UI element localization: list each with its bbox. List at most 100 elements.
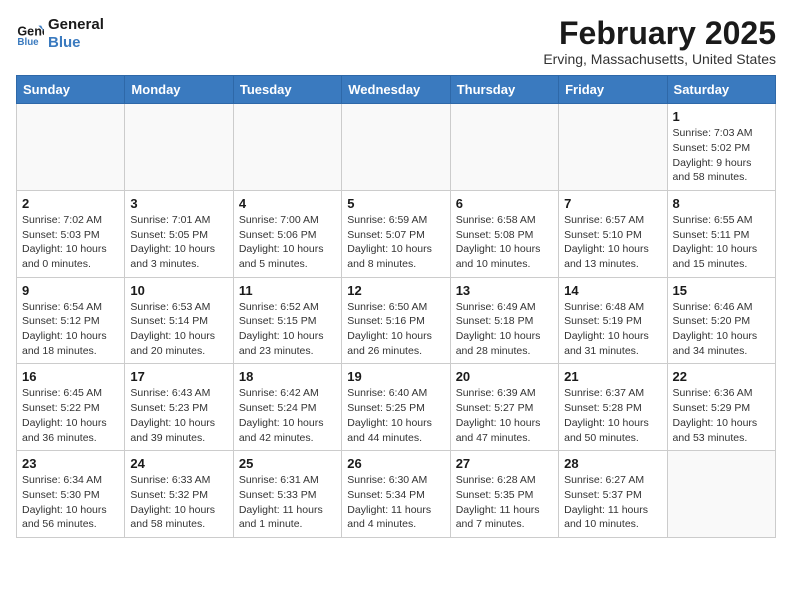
calendar-cell (667, 451, 775, 538)
calendar-cell: 13Sunrise: 6:49 AM Sunset: 5:18 PM Dayli… (450, 277, 558, 364)
calendar-cell: 26 Sunrise: 6:30 AM Sunset: 5:34 PM Dayli… (342, 451, 450, 538)
calendar-cell: 27Sunrise: 6:28 AM Sunset: 5:35 PM Dayli… (450, 451, 558, 538)
day-info: Sunrise: 7:00 AM Sunset: 5:06 PM Dayligh… (239, 213, 336, 272)
day-info: Sunrise: 6:40 AM Sunset: 5:25 PM Dayligh… (347, 386, 444, 445)
day-number: 18 (239, 369, 336, 384)
week-row-4: 16 Sunrise: 6:45 AM Sunset: 5:22 PM Dayli… (17, 364, 776, 451)
day-of-week-wednesday: Wednesday (342, 76, 450, 104)
calendar-cell: 22 Sunrise: 6:36 AM Sunset: 5:29 PM Dayli… (667, 364, 775, 451)
day-info: Sunrise: 6:52 AM Sunset: 5:15 PM Dayligh… (239, 300, 336, 359)
day-info: Sunrise: 6:57 AM Sunset: 5:10 PM Dayligh… (564, 213, 661, 272)
day-number: 21 (564, 369, 661, 384)
day-number: 11 (239, 283, 336, 298)
day-number: 23 (22, 456, 119, 471)
calendar-cell: 16 Sunrise: 6:45 AM Sunset: 5:22 PM Dayli… (17, 364, 125, 451)
logo-icon: General Blue (16, 20, 44, 48)
day-info: Sunrise: 6:45 AM Sunset: 5:22 PM Dayligh… (22, 386, 119, 445)
month-year: February 2025 (543, 16, 776, 51)
day-info: Sunrise: 7:02 AM Sunset: 5:03 PM Dayligh… (22, 213, 119, 272)
day-info: Sunrise: 6:36 AM Sunset: 5:29 PM Dayligh… (673, 386, 770, 445)
day-info: Sunrise: 6:48 AM Sunset: 5:19 PM Dayligh… (564, 300, 661, 359)
calendar-cell (450, 104, 558, 191)
calendar-cell: 15 Sunrise: 6:46 AM Sunset: 5:20 PM Dayli… (667, 277, 775, 364)
calendar-cell (342, 104, 450, 191)
day-info: Sunrise: 6:46 AM Sunset: 5:20 PM Dayligh… (673, 300, 770, 359)
calendar-cell: 1Sunrise: 7:03 AM Sunset: 5:02 PM Daylig… (667, 104, 775, 191)
calendar-cell: 11 Sunrise: 6:52 AM Sunset: 5:15 PM Dayli… (233, 277, 341, 364)
day-of-week-saturday: Saturday (667, 76, 775, 104)
calendar-header-row: SundayMondayTuesdayWednesdayThursdayFrid… (17, 76, 776, 104)
day-number: 7 (564, 196, 661, 211)
day-info: Sunrise: 6:49 AM Sunset: 5:18 PM Dayligh… (456, 300, 553, 359)
day-number: 16 (22, 369, 119, 384)
calendar-cell: 18 Sunrise: 6:42 AM Sunset: 5:24 PM Dayli… (233, 364, 341, 451)
week-row-2: 2 Sunrise: 7:02 AM Sunset: 5:03 PM Daylig… (17, 190, 776, 277)
day-number: 1 (673, 109, 770, 124)
day-of-week-tuesday: Tuesday (233, 76, 341, 104)
week-row-3: 9 Sunrise: 6:54 AM Sunset: 5:12 PM Daylig… (17, 277, 776, 364)
day-number: 19 (347, 369, 444, 384)
calendar-cell: 12Sunrise: 6:50 AM Sunset: 5:16 PM Dayli… (342, 277, 450, 364)
title-area: February 2025 Erving, Massachusetts, Uni… (543, 16, 776, 67)
day-number: 9 (22, 283, 119, 298)
calendar-cell: 17 Sunrise: 6:43 AM Sunset: 5:23 PM Dayli… (125, 364, 233, 451)
logo: General Blue General Blue (16, 16, 104, 52)
calendar-cell: 24 Sunrise: 6:33 AM Sunset: 5:32 PM Dayli… (125, 451, 233, 538)
day-info: Sunrise: 6:30 AM Sunset: 5:34 PM Dayligh… (347, 473, 444, 532)
calendar-cell: 21 Sunrise: 6:37 AM Sunset: 5:28 PM Dayli… (559, 364, 667, 451)
logo-blue: Blue (48, 34, 104, 52)
calendar-cell (125, 104, 233, 191)
location: Erving, Massachusetts, United States (543, 51, 776, 67)
day-number: 15 (673, 283, 770, 298)
day-info: Sunrise: 6:58 AM Sunset: 5:08 PM Dayligh… (456, 213, 553, 272)
calendar-cell (233, 104, 341, 191)
calendar-cell: 5 Sunrise: 6:59 AM Sunset: 5:07 PM Daylig… (342, 190, 450, 277)
day-info: Sunrise: 7:01 AM Sunset: 5:05 PM Dayligh… (130, 213, 227, 272)
calendar-cell: 10Sunrise: 6:53 AM Sunset: 5:14 PM Dayli… (125, 277, 233, 364)
calendar-cell (559, 104, 667, 191)
calendar-cell: 4 Sunrise: 7:00 AM Sunset: 5:06 PM Daylig… (233, 190, 341, 277)
day-number: 10 (130, 283, 227, 298)
calendar-cell: 8Sunrise: 6:55 AM Sunset: 5:11 PM Daylig… (667, 190, 775, 277)
day-info: Sunrise: 6:34 AM Sunset: 5:30 PM Dayligh… (22, 473, 119, 532)
day-number: 2 (22, 196, 119, 211)
day-number: 26 (347, 456, 444, 471)
calendar-cell: 19 Sunrise: 6:40 AM Sunset: 5:25 PM Dayli… (342, 364, 450, 451)
calendar: SundayMondayTuesdayWednesdayThursdayFrid… (16, 75, 776, 538)
day-number: 25 (239, 456, 336, 471)
day-info: Sunrise: 6:59 AM Sunset: 5:07 PM Dayligh… (347, 213, 444, 272)
calendar-cell (17, 104, 125, 191)
day-info: Sunrise: 6:39 AM Sunset: 5:27 PM Dayligh… (456, 386, 553, 445)
day-info: Sunrise: 6:43 AM Sunset: 5:23 PM Dayligh… (130, 386, 227, 445)
day-info: Sunrise: 6:33 AM Sunset: 5:32 PM Dayligh… (130, 473, 227, 532)
day-number: 28 (564, 456, 661, 471)
day-of-week-monday: Monday (125, 76, 233, 104)
day-of-week-thursday: Thursday (450, 76, 558, 104)
calendar-cell: 9 Sunrise: 6:54 AM Sunset: 5:12 PM Daylig… (17, 277, 125, 364)
calendar-cell: 28 Sunrise: 6:27 AM Sunset: 5:37 PM Dayli… (559, 451, 667, 538)
day-info: Sunrise: 6:42 AM Sunset: 5:24 PM Dayligh… (239, 386, 336, 445)
day-number: 22 (673, 369, 770, 384)
day-of-week-sunday: Sunday (17, 76, 125, 104)
day-number: 4 (239, 196, 336, 211)
day-number: 17 (130, 369, 227, 384)
calendar-cell: 25 Sunrise: 6:31 AM Sunset: 5:33 PM Dayli… (233, 451, 341, 538)
calendar-cell: 2 Sunrise: 7:02 AM Sunset: 5:03 PM Daylig… (17, 190, 125, 277)
day-info: Sunrise: 6:27 AM Sunset: 5:37 PM Dayligh… (564, 473, 661, 532)
calendar-cell: 6Sunrise: 6:58 AM Sunset: 5:08 PM Daylig… (450, 190, 558, 277)
day-number: 5 (347, 196, 444, 211)
week-row-5: 23 Sunrise: 6:34 AM Sunset: 5:30 PM Dayli… (17, 451, 776, 538)
day-number: 27 (456, 456, 553, 471)
calendar-cell: 23 Sunrise: 6:34 AM Sunset: 5:30 PM Dayli… (17, 451, 125, 538)
day-info: Sunrise: 6:54 AM Sunset: 5:12 PM Dayligh… (22, 300, 119, 359)
day-info: Sunrise: 6:50 AM Sunset: 5:16 PM Dayligh… (347, 300, 444, 359)
day-info: Sunrise: 6:37 AM Sunset: 5:28 PM Dayligh… (564, 386, 661, 445)
day-number: 24 (130, 456, 227, 471)
day-info: Sunrise: 6:31 AM Sunset: 5:33 PM Dayligh… (239, 473, 336, 532)
day-number: 8 (673, 196, 770, 211)
day-of-week-friday: Friday (559, 76, 667, 104)
logo-general: General (48, 16, 104, 34)
day-number: 3 (130, 196, 227, 211)
calendar-cell: 14Sunrise: 6:48 AM Sunset: 5:19 PM Dayli… (559, 277, 667, 364)
week-row-1: 1Sunrise: 7:03 AM Sunset: 5:02 PM Daylig… (17, 104, 776, 191)
